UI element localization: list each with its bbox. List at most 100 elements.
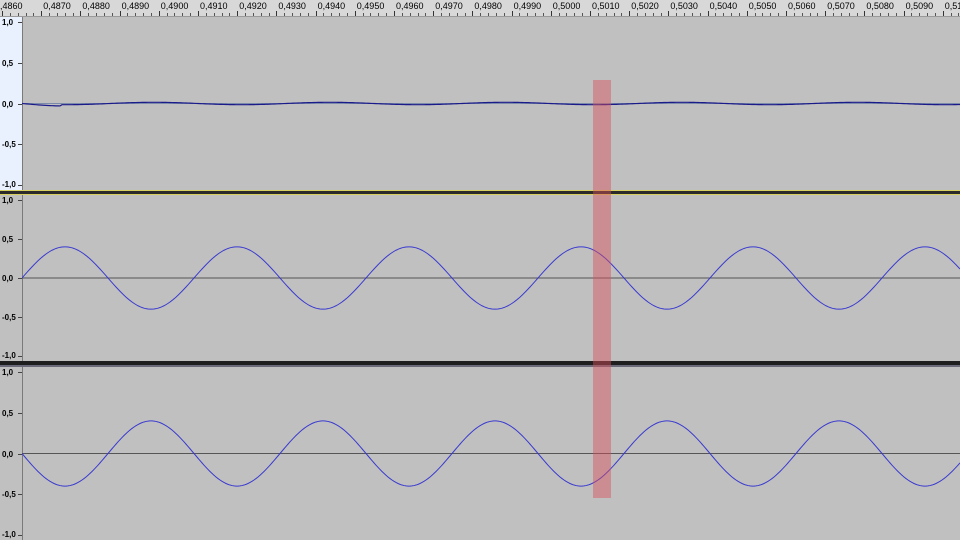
ruler-minor-tick (911, 13, 913, 16)
ruler-minor-tick (840, 13, 842, 16)
ruler-minor-tick (817, 13, 819, 16)
ruler-minor-tick (652, 13, 654, 16)
ruler-minor-tick (480, 13, 482, 16)
ruler-tick (41, 11, 43, 16)
ruler-minor-tick (252, 13, 254, 16)
ruler-tick (629, 11, 631, 16)
ruler-minor-tick (809, 13, 811, 16)
ruler-tick (472, 11, 474, 16)
ruler-minor-tick (801, 13, 803, 16)
ruler-tick (315, 11, 317, 16)
audio-track-3[interactable]: 1,0 0,5 0,0 -0,5 -1,0 (0, 367, 960, 540)
ruler-minor-tick (644, 13, 646, 16)
scale-label: 0,0 (2, 99, 14, 109)
ruler-label: 0,5030 (670, 1, 698, 11)
ruler-minor-tick (519, 13, 521, 16)
ruler-minor-tick (245, 13, 247, 16)
ruler-minor-tick (574, 13, 576, 16)
ruler-minor-tick (260, 13, 262, 16)
ruler-minor-tick (386, 13, 388, 16)
scale-label: -0,5 (2, 140, 16, 150)
ruler-minor-tick (166, 13, 168, 16)
ruler-minor-tick (542, 13, 544, 16)
ruler-minor-tick (927, 13, 929, 16)
ruler-minor-tick (621, 13, 623, 16)
ruler-minor-tick (441, 13, 443, 16)
ruler-label: 0,4910 (200, 1, 228, 11)
ruler-minor-tick (566, 13, 568, 16)
scale-label: 0,0 (2, 274, 14, 283)
ruler-minor-tick (527, 13, 529, 16)
ruler-minor-tick (72, 13, 74, 16)
waveform-track-3[interactable] (22, 367, 960, 540)
audio-track-1[interactable]: 1,0 0,5 0,0 -0,5 -1,0 (0, 17, 960, 190)
ruler-minor-tick (229, 13, 231, 16)
ruler-minor-tick (64, 13, 66, 16)
ruler-tick (550, 11, 552, 16)
scale-label: 0,5 (2, 408, 14, 418)
ruler-minor-tick (339, 13, 341, 16)
ruler-minor-tick (25, 13, 27, 16)
ruler-minor-tick (409, 13, 411, 16)
waveform-track-1[interactable] (22, 17, 960, 190)
ruler-label: 0,4950 (356, 1, 385, 11)
ruler-minor-tick (582, 13, 584, 16)
ruler-minor-tick (56, 13, 58, 16)
ruler-tick (707, 11, 709, 16)
scale-label: -0,5 (2, 313, 16, 322)
ruler-minor-tick (205, 13, 207, 16)
ruler-minor-tick (495, 13, 497, 16)
ruler-minor-tick (605, 13, 607, 16)
ruler-minor-tick (49, 13, 51, 16)
ruler-minor-tick (872, 13, 874, 16)
ruler-minor-tick (190, 13, 192, 16)
audio-track-2[interactable]: 1,0 0,5 0,0 -0,5 -1,0 (0, 195, 960, 361)
ruler-minor-tick (770, 13, 772, 16)
ruler-minor-tick (762, 13, 764, 16)
ruler-minor-tick (684, 13, 686, 16)
playhead-cursor[interactable] (593, 80, 611, 498)
ruler-tick (942, 11, 944, 16)
timeline-ruler[interactable]: ,4860 0,4870 0,4880 0,4890 0,4900 0,4910 0,492… (0, 0, 960, 17)
ruler-minor-tick (307, 13, 309, 16)
scale-label: -1,0 (2, 351, 16, 360)
ruler-label: 0,5090 (905, 1, 934, 11)
ruler-minor-tick (456, 13, 458, 16)
ruler-label: 0,4940 (317, 1, 346, 11)
scale-label: -1,0 (2, 180, 16, 189)
ruler-minor-tick (887, 13, 889, 16)
ruler-tick (746, 11, 748, 16)
ruler-minor-tick (880, 13, 882, 16)
vertical-scale: 1,0 0,5 0,0 -0,5 -1,0 (0, 367, 23, 540)
ruler-tick (394, 11, 395, 16)
ruler-minor-tick (299, 13, 301, 16)
ruler-minor-tick (284, 13, 286, 16)
ruler-minor-tick (676, 13, 678, 16)
ruler-tick (158, 11, 160, 16)
ruler-label: 0,4890 (121, 1, 150, 11)
ruler-tick (2, 11, 3, 16)
waveform-track-2[interactable] (22, 195, 960, 361)
ruler-label: 0,5060 (788, 1, 816, 11)
ruler-minor-tick (111, 13, 113, 16)
scale-label: 1,0 (2, 18, 14, 27)
ruler-label: 0,5010 (592, 1, 620, 11)
scale-label: 0,5 (2, 235, 14, 244)
ruler-minor-tick (213, 13, 215, 16)
ruler-label: 0,4970 (435, 1, 463, 11)
ruler-minor-tick (613, 13, 615, 16)
ruler-tick (119, 11, 121, 16)
ruler-tick (786, 11, 787, 16)
scale-label: 1,0 (2, 368, 14, 377)
ruler-tick (354, 11, 356, 16)
scale-label: 0,0 (2, 449, 14, 459)
ruler-minor-tick (637, 13, 639, 16)
ruler-minor-tick (417, 13, 419, 16)
ruler-minor-tick (919, 13, 921, 16)
ruler-label: 0,4880 (82, 1, 110, 11)
ruler-label: 0,4870 (43, 1, 71, 11)
ruler-tick (590, 11, 591, 16)
ruler-minor-tick (535, 13, 537, 16)
ruler-minor-tick (738, 13, 740, 16)
ruler-minor-tick (731, 13, 733, 16)
